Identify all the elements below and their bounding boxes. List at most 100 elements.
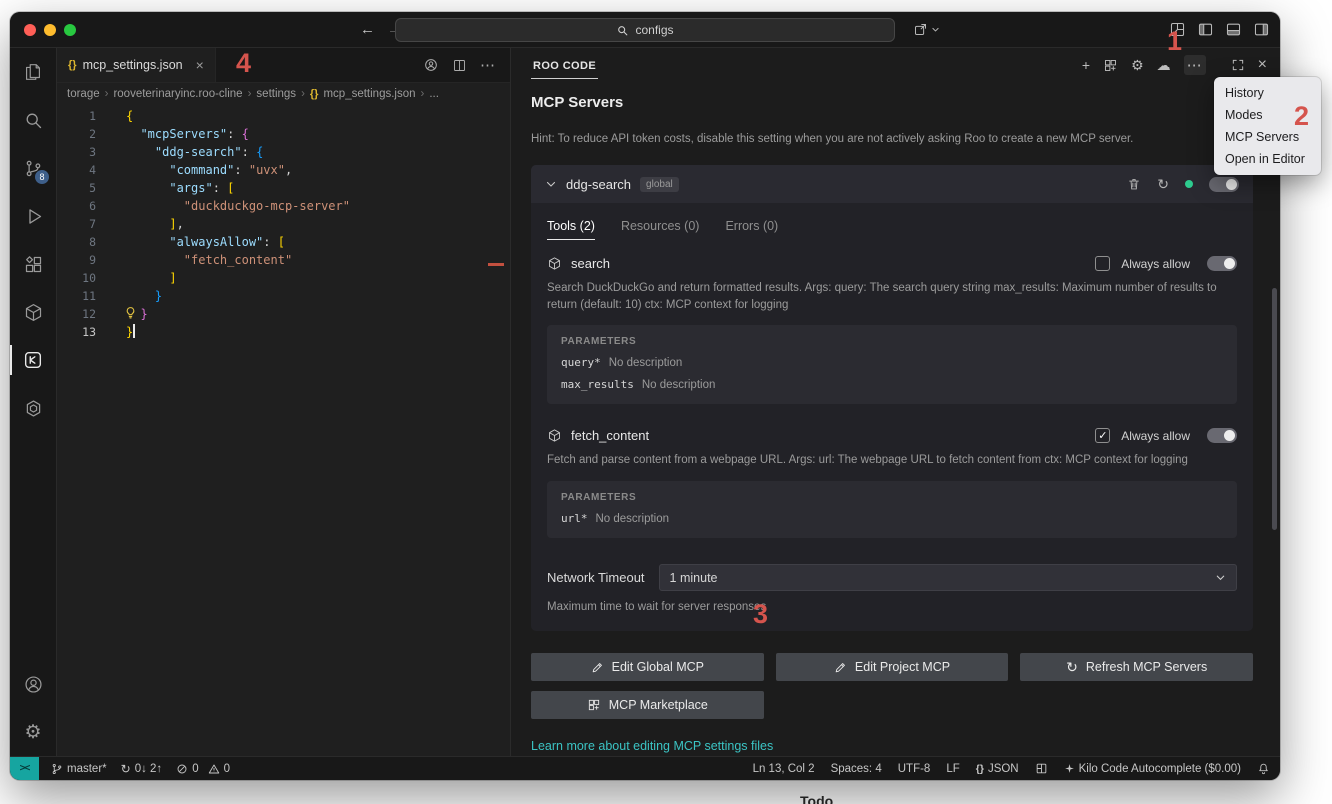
more-actions-icon[interactable]: ⋯ [480, 56, 496, 74]
server-enabled-toggle[interactable] [1209, 177, 1239, 192]
split-editor-icon[interactable] [452, 58, 467, 73]
tab-errors[interactable]: Errors (0) [725, 219, 778, 240]
tool-search: search Always allow Search DuckDuckGo an… [547, 256, 1237, 404]
code-line[interactable]: 11 } [57, 287, 510, 305]
background-window-text: Todo [800, 793, 833, 804]
scope-badge: global [640, 177, 679, 192]
encoding[interactable]: UTF-8 [898, 763, 931, 775]
sync-icon: ↻ [121, 762, 131, 776]
titlebar: ← → configs [10, 12, 1280, 48]
always-allow-checkbox[interactable] [1095, 256, 1110, 271]
mcp-marketplace-button[interactable]: MCP Marketplace [531, 691, 764, 719]
code-line[interactable]: 5 "args": [ [57, 179, 510, 197]
code-line[interactable]: 4 "command": "uvx", [57, 161, 510, 179]
toggle-panel-icon[interactable] [1225, 21, 1242, 38]
sidebar-item-explorer[interactable] [10, 48, 56, 96]
window-controls [24, 24, 76, 36]
breadcrumb-item[interactable]: rooveterinaryinc.roo-cline [113, 88, 242, 100]
json-icon: {} [976, 763, 984, 775]
code-line[interactable]: 13} [57, 323, 510, 341]
zoom-window-button[interactable] [64, 24, 76, 36]
code-line[interactable]: 10 ] [57, 269, 510, 287]
network-timeout-select[interactable]: 1 minute [659, 564, 1237, 591]
refresh-mcp-servers-button[interactable]: ↻ Refresh MCP Servers [1020, 653, 1253, 681]
sidebar-item-containers[interactable] [10, 288, 56, 336]
tool-enabled-toggle[interactable] [1207, 256, 1237, 271]
toggle-secondary-sidebar-icon[interactable] [1253, 21, 1270, 38]
language-mode[interactable]: {} JSON [976, 763, 1019, 775]
branch-indicator[interactable]: master* [51, 763, 107, 775]
breadcrumb-item[interactable]: torage [67, 88, 100, 100]
learn-more-link[interactable]: Learn more about editing MCP settings fi… [531, 739, 773, 753]
expand-panel-icon[interactable] [1231, 58, 1245, 72]
kilo-autocomplete-status[interactable]: Kilo Code Autocomplete ($0.00) [1064, 763, 1241, 775]
code-line[interactable]: 9 "fetch_content" [57, 251, 510, 269]
code-line[interactable]: 3 "ddg-search": { [57, 143, 510, 161]
tool-enabled-toggle[interactable] [1207, 428, 1237, 443]
sidebar-item-search[interactable] [10, 96, 56, 144]
new-task-icon[interactable]: + [1082, 58, 1090, 72]
close-panel-icon[interactable]: × [1258, 57, 1267, 73]
code-editor[interactable]: 1{2 "mcpServers": {3 "ddg-search": {4 "c… [57, 105, 510, 756]
tab-bar: {} mcp_settings.json × ⋯ [57, 48, 510, 83]
problems-indicator[interactable]: 0 0 [176, 763, 230, 775]
bell-icon[interactable] [1257, 762, 1270, 775]
tool-description: Search DuckDuckGo and return formatted r… [547, 280, 1237, 313]
lightbulb-icon[interactable] [124, 306, 137, 319]
param-row: max_results No description [561, 378, 1223, 391]
edit-project-mcp-button[interactable]: Edit Project MCP [776, 653, 1009, 681]
chevron-down-icon[interactable] [545, 178, 557, 190]
kilo-code-icon [22, 349, 44, 371]
files-icon [22, 61, 44, 83]
panel-scrollbar[interactable] [1272, 288, 1277, 530]
code-line[interactable]: 2 "mcpServers": { [57, 125, 510, 143]
ellipsis-menu-icon[interactable]: ⋯ [1184, 55, 1206, 75]
always-allow-checkbox-checked[interactable]: ✓ [1095, 428, 1110, 443]
menu-item-open-in-editor[interactable]: Open in Editor [1214, 148, 1321, 170]
cursor-position[interactable]: Ln 13, Col 2 [753, 763, 815, 775]
code-line[interactable]: 1{ [57, 107, 510, 125]
tab-resources[interactable]: Resources (0) [621, 219, 700, 240]
cloud-icon[interactable]: ☁ [1157, 58, 1171, 72]
breadcrumb-item[interactable]: mcp_settings.json [323, 88, 415, 100]
branch-icon [51, 763, 63, 775]
titlebar-search[interactable]: configs [395, 18, 895, 42]
sync-indicator[interactable]: ↻ 0↓ 2↑ [121, 762, 163, 776]
vscode-window: ← → configs 8 [10, 12, 1280, 780]
back-icon[interactable]: ← [360, 21, 375, 38]
code-line[interactable]: 8 "alwaysAllow": [ [57, 233, 510, 251]
sidebar-item-kilo-code[interactable] [10, 336, 56, 384]
refresh-server-icon[interactable]: ↻ [1157, 176, 1169, 193]
open-remote-window[interactable] [913, 22, 940, 37]
trash-icon[interactable] [1127, 177, 1141, 191]
close-window-button[interactable] [24, 24, 36, 36]
indentation[interactable]: Spaces: 4 [831, 763, 882, 775]
close-tab-icon[interactable]: × [196, 57, 204, 73]
edit-global-mcp-button[interactable]: Edit Global MCP [531, 653, 764, 681]
sidebar-item-run-debug[interactable] [10, 192, 56, 240]
sidebar-item-source-control[interactable]: 8 [10, 144, 56, 192]
tool-name: fetch_content [571, 428, 649, 443]
toggle-primary-sidebar-icon[interactable] [1197, 21, 1214, 38]
tool-description: Fetch and parse content from a webpage U… [547, 452, 1237, 469]
remote-indicator[interactable]: >< [10, 757, 39, 780]
debug-icon [23, 206, 44, 227]
tab-tools[interactable]: Tools (2) [547, 219, 595, 240]
eol[interactable]: LF [946, 763, 959, 775]
breadcrumb-more[interactable]: ... [429, 88, 439, 100]
editor-layout-icon[interactable] [1035, 762, 1048, 775]
server-card-header[interactable]: ddg-search global ↻ [531, 165, 1253, 203]
sidebar-item-openai[interactable] [10, 384, 56, 432]
tab-mcp-settings[interactable]: {} mcp_settings.json × [57, 48, 216, 82]
account-button[interactable] [10, 660, 56, 708]
code-line[interactable]: 7 ], [57, 215, 510, 233]
marketplace-icon[interactable] [1103, 58, 1118, 73]
settings-button[interactable]: ⚙ [10, 708, 56, 756]
minimize-window-button[interactable] [44, 24, 56, 36]
breadcrumb-item[interactable]: settings [256, 88, 296, 100]
account-circle-icon[interactable] [423, 57, 439, 73]
annotation-4: 4 [236, 48, 251, 79]
code-line[interactable]: 6 "duckduckgo-mcp-server" [57, 197, 510, 215]
gear-icon[interactable]: ⚙ [1131, 58, 1144, 72]
sidebar-item-extensions[interactable] [10, 240, 56, 288]
